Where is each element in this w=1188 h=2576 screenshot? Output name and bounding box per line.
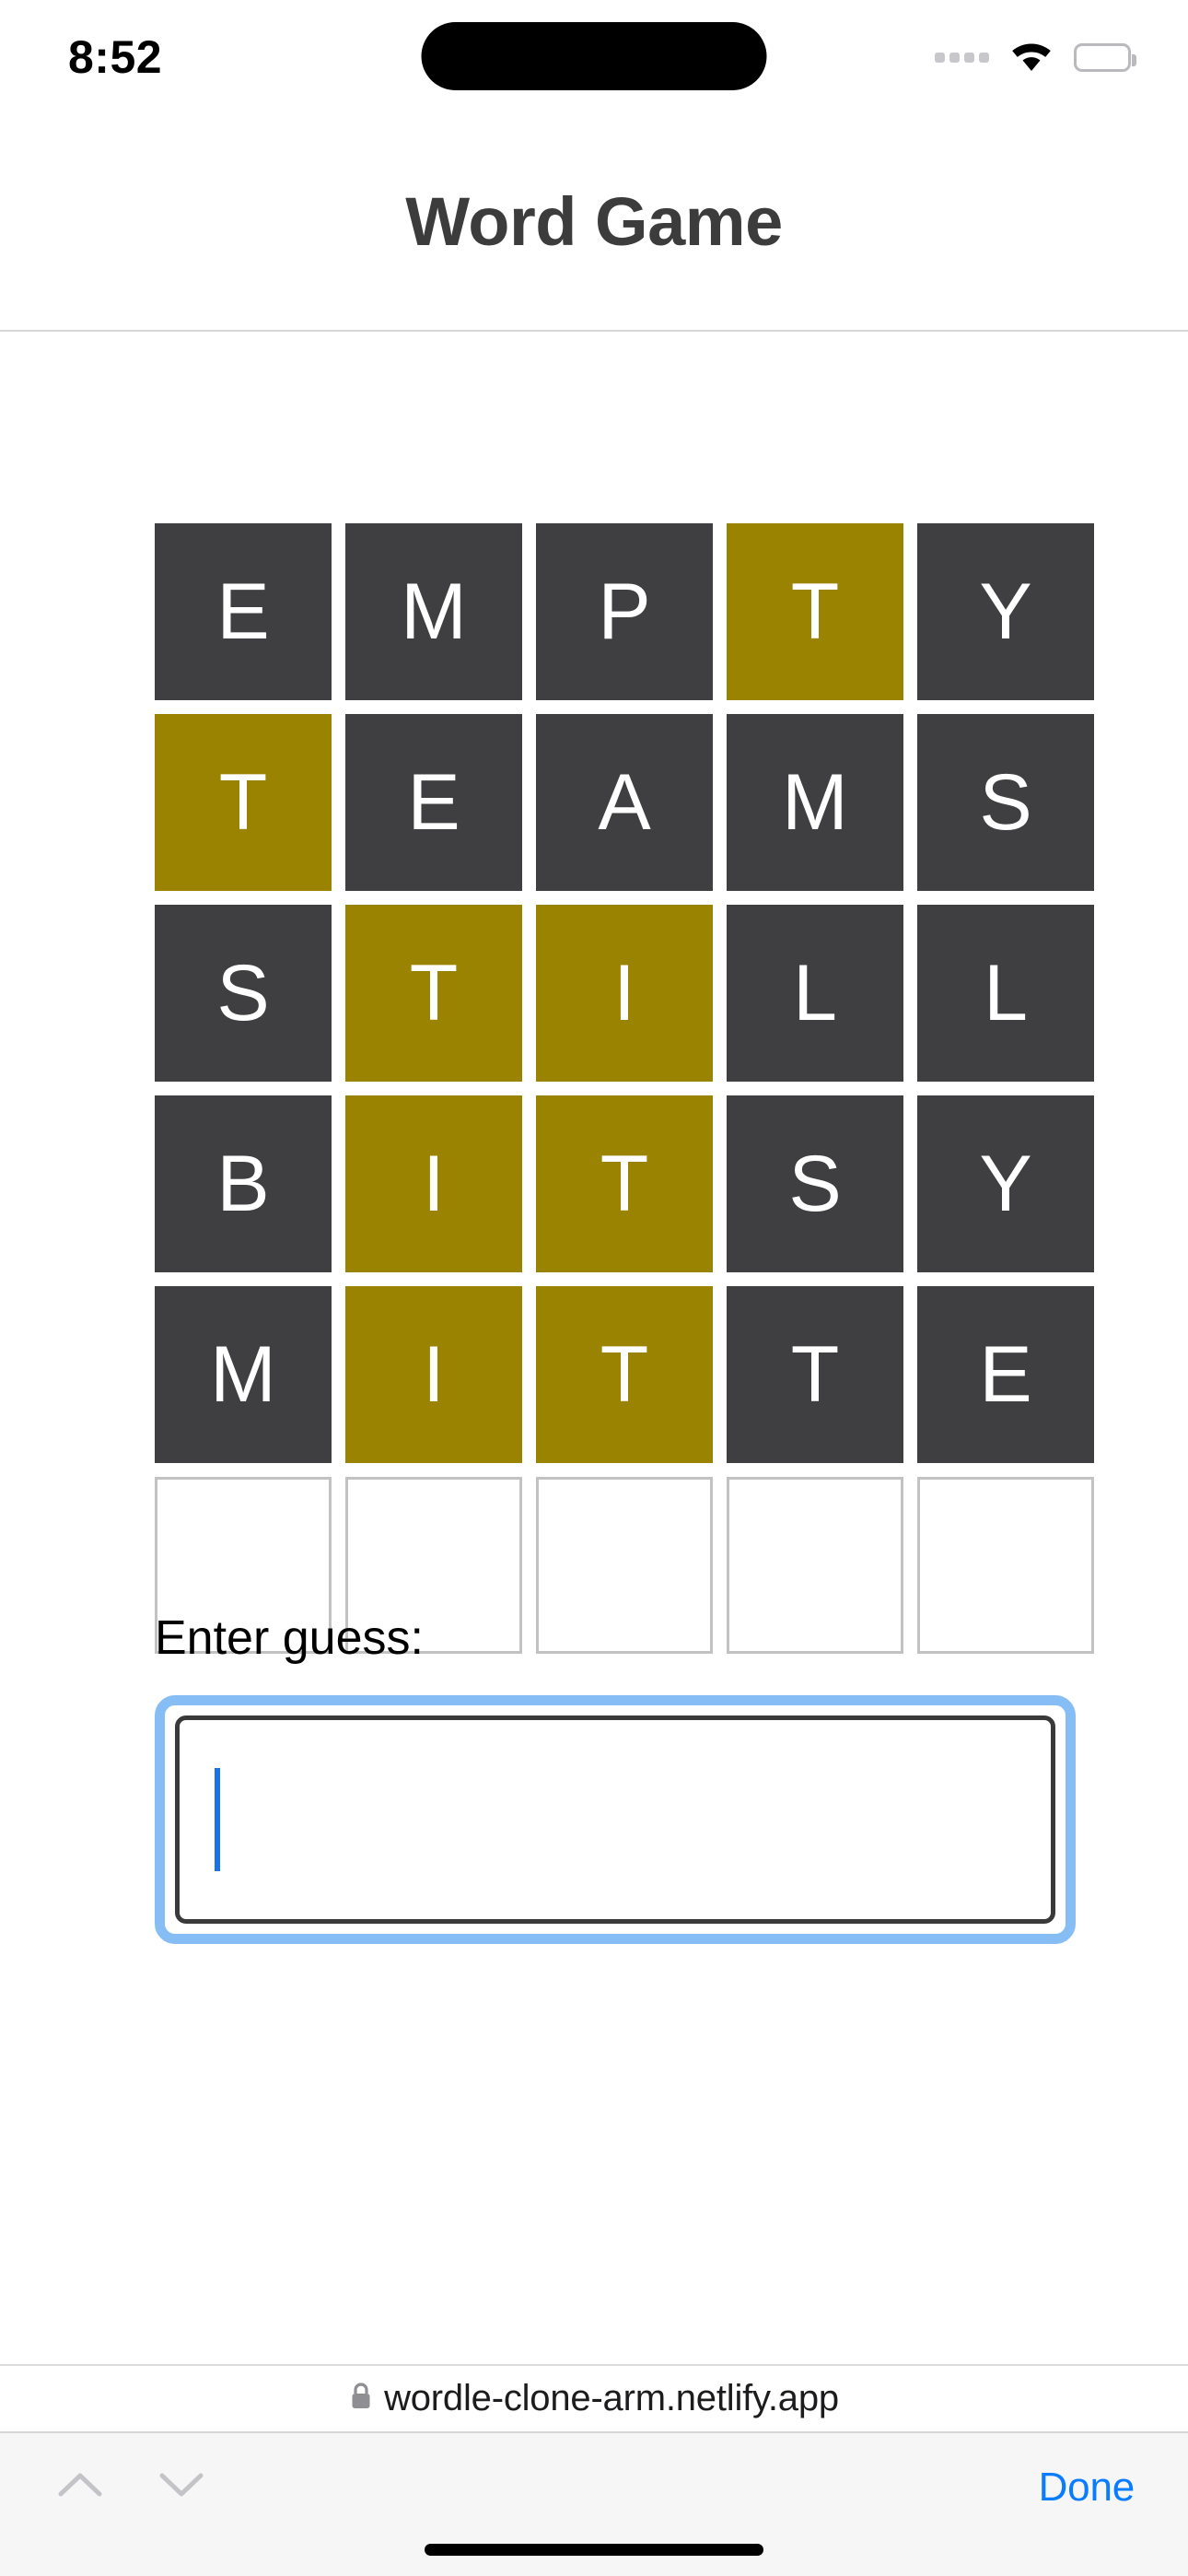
main-content: EMPTYTEAMSSTILLBITSYMITTE Enter guess: [0, 334, 1188, 2381]
lock-icon [349, 2382, 373, 2416]
status-indicators [935, 41, 1136, 74]
grid-tile: B [155, 1095, 332, 1272]
grid-tile: T [536, 1095, 713, 1272]
done-button[interactable]: Done [1039, 2465, 1136, 2511]
chevron-down-icon[interactable] [155, 2465, 208, 2505]
grid-tile: T [727, 523, 903, 700]
grid-tile: M [155, 1286, 332, 1463]
grid-tile: T [345, 905, 522, 1082]
dynamic-island [421, 22, 767, 90]
grid-tile: M [345, 523, 522, 700]
grid-tile: P [536, 523, 713, 700]
guess-input-focus-ring [155, 1695, 1076, 1944]
browser-toolbar: Done [0, 2431, 1188, 2576]
browser-url-bar[interactable]: wordle-clone-arm.netlify.app [0, 2364, 1188, 2431]
grid-tile: L [727, 905, 903, 1082]
cellular-dots-icon [935, 52, 989, 63]
grid-tile: T [536, 1286, 713, 1463]
grid-tile: I [345, 1286, 522, 1463]
home-indicator [425, 2544, 763, 2556]
grid-tile: E [917, 1286, 1094, 1463]
grid-tile: L [917, 905, 1094, 1082]
grid-tile: M [727, 714, 903, 891]
status-time: 8:52 [68, 31, 163, 83]
form-nav-controls [53, 2465, 208, 2505]
grid-tile: S [727, 1095, 903, 1272]
guess-input-label: Enter guess: [155, 1611, 424, 1665]
page-title: Word Game [405, 183, 783, 260]
grid-tile: E [155, 523, 332, 700]
grid-tile: T [727, 1286, 903, 1463]
page-header: Word Game [0, 101, 1188, 332]
grid-tile: I [345, 1095, 522, 1272]
grid-tile: A [536, 714, 713, 891]
battery-icon [1074, 42, 1136, 72]
chevron-up-icon[interactable] [53, 2465, 107, 2505]
text-caret [215, 1768, 220, 1871]
url-text: wordle-clone-arm.netlify.app [384, 2378, 839, 2418]
grid-tile: S [917, 714, 1094, 891]
guess-form: Enter guess: [155, 1614, 1076, 1944]
status-bar: 8:52 [0, 0, 1188, 101]
wifi-icon [1009, 41, 1054, 74]
grid-tile: Y [917, 523, 1094, 700]
grid-tile: Y [917, 1095, 1094, 1272]
grid-tile: I [536, 905, 713, 1082]
grid-tile: E [345, 714, 522, 891]
grid-tile: T [155, 714, 332, 891]
guess-input[interactable] [175, 1715, 1055, 1924]
grid-tile: S [155, 905, 332, 1082]
word-grid: EMPTYTEAMSSTILLBITSYMITTE [155, 523, 1094, 1654]
